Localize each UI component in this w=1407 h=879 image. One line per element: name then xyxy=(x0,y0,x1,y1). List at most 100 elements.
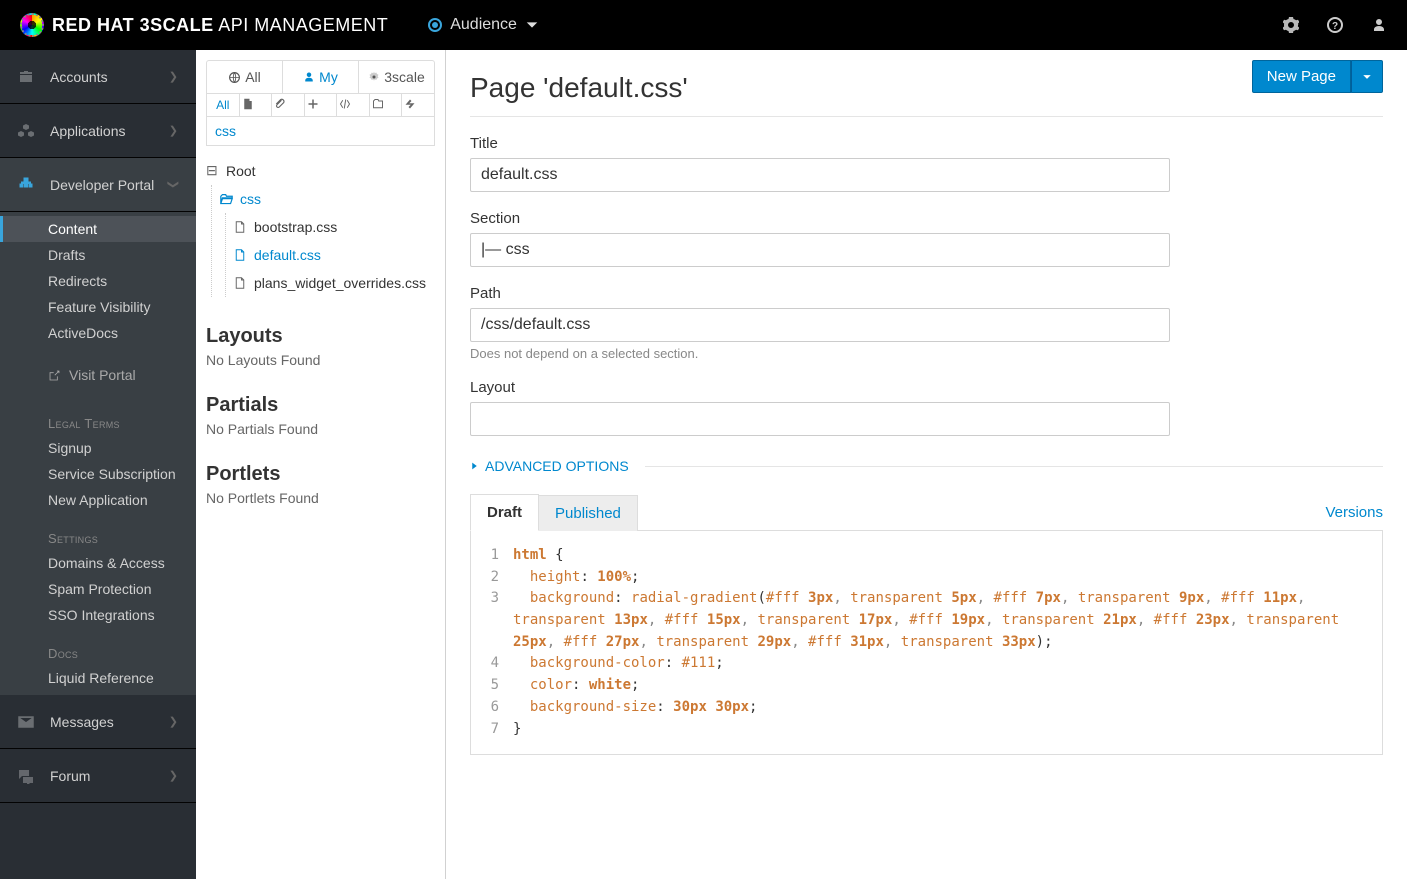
context-selector[interactable]: Audience xyxy=(428,16,539,34)
context-label: Audience xyxy=(450,16,517,34)
nav-item-forum[interactable]: Forum ❯ xyxy=(0,749,196,803)
topbar: RED HAT 3SCALE API MANAGEMENT Audience ? xyxy=(0,0,1407,50)
filter-partials-icon[interactable] xyxy=(305,94,338,116)
nav-item-applications[interactable]: Applications ❯ xyxy=(0,104,196,158)
comments-icon xyxy=(18,768,36,784)
main-content: Page 'default.css' New Page Title Sectio… xyxy=(446,50,1407,879)
portlets-empty: No Portlets Found xyxy=(206,490,435,510)
subnav-redirects[interactable]: Redirects xyxy=(0,268,196,294)
brand-logo-icon xyxy=(20,13,44,37)
chevron-right-icon: ❯ xyxy=(169,769,178,782)
section-label: Section xyxy=(470,210,1383,227)
subnav-activedocs[interactable]: ActiveDocs xyxy=(0,320,196,346)
layout-label: Layout xyxy=(470,379,1383,396)
subnav-spam-protection[interactable]: Spam Protection xyxy=(0,576,196,602)
subnav-drafts[interactable]: Drafts xyxy=(0,242,196,268)
tab-draft[interactable]: Draft xyxy=(470,494,539,531)
title-input[interactable] xyxy=(470,158,1170,192)
cubes-icon xyxy=(18,123,36,139)
svg-text:?: ? xyxy=(1332,21,1338,32)
layouts-empty: No Layouts Found xyxy=(206,352,435,372)
chevron-right-icon: ❯ xyxy=(169,70,178,83)
portlets-heading: Portlets xyxy=(206,463,435,486)
filter-portlets-icon[interactable] xyxy=(402,94,434,116)
nav-item-accounts[interactable]: Accounts ❯ xyxy=(0,50,196,104)
user-icon[interactable] xyxy=(1371,17,1387,33)
path-label: Path xyxy=(470,285,1383,302)
filter-sections-icon[interactable] xyxy=(370,94,403,116)
tree-file-plans[interactable]: plans_widget_overrides.css xyxy=(234,269,435,297)
vertical-nav: Accounts ❯ Applications ❯ Developer Port… xyxy=(0,50,196,879)
nav-label: Forum xyxy=(50,768,90,784)
partials-empty: No Partials Found xyxy=(206,421,435,441)
nav-label: Applications xyxy=(50,123,126,139)
external-link-icon xyxy=(48,369,61,382)
page-title: Page 'default.css' xyxy=(470,72,688,104)
section-select[interactable] xyxy=(470,233,1170,267)
content-tree-panel: All My 3scale All ⊟ Roo xyxy=(196,50,446,879)
subnav-new-application[interactable]: New Application xyxy=(0,487,196,513)
subnav-service-subscription[interactable]: Service Subscription xyxy=(0,461,196,487)
subnav-developer-portal: Content Drafts Redirects Feature Visibil… xyxy=(0,212,196,695)
tab-3scale[interactable]: 3scale xyxy=(359,61,434,93)
caret-right-icon xyxy=(470,460,479,472)
chevron-right-icon: ❯ xyxy=(169,124,178,137)
content-tree: ⊟ Root css bootstrap.css default.css xyxy=(206,156,435,297)
subnav-signup[interactable]: Signup xyxy=(0,435,196,461)
tree-search-input[interactable] xyxy=(207,117,434,145)
chevron-down-icon: ❯ xyxy=(167,180,180,189)
tree-file-default[interactable]: default.css xyxy=(234,241,435,269)
layout-select[interactable] xyxy=(470,402,1170,436)
tab-my[interactable]: My xyxy=(283,61,359,93)
code-editor[interactable]: 1html {2 height: 100%;3 background: radi… xyxy=(470,531,1383,755)
path-input[interactable] xyxy=(470,308,1170,342)
subnav-heading-settings: Settings xyxy=(0,513,196,550)
filter-pages-icon[interactable] xyxy=(240,94,273,116)
file-icon xyxy=(234,249,248,261)
folder-open-icon xyxy=(220,193,234,206)
subnav-content[interactable]: Content xyxy=(0,216,196,242)
tab-published[interactable]: Published xyxy=(539,495,638,531)
briefcase-icon xyxy=(18,69,36,85)
nav-label: Messages xyxy=(50,714,114,730)
tree-folder-css[interactable]: css xyxy=(220,185,435,213)
filter-layouts-icon[interactable] xyxy=(337,94,370,116)
tree-root[interactable]: ⊟ Root xyxy=(206,156,435,185)
globe-icon xyxy=(228,71,241,84)
nav-item-developer-portal[interactable]: Developer Portal ❯ xyxy=(0,158,196,212)
gear-icon xyxy=(368,71,380,83)
nav-label: Developer Portal xyxy=(50,177,154,193)
tree-search xyxy=(206,117,435,146)
subnav-heading-docs: Docs xyxy=(0,628,196,665)
title-label: Title xyxy=(470,135,1383,152)
user-icon xyxy=(303,71,315,83)
filter-all[interactable]: All xyxy=(207,94,240,116)
settings-icon[interactable] xyxy=(1283,17,1299,33)
collapse-icon: ⊟ xyxy=(206,162,220,179)
filter-attachments-icon[interactable] xyxy=(272,94,305,116)
tree-file-bootstrap[interactable]: bootstrap.css xyxy=(234,213,435,241)
subnav-heading-legal: Legal Terms xyxy=(0,398,196,435)
path-hint: Does not depend on a selected section. xyxy=(470,346,1383,361)
advanced-options-toggle[interactable]: ADVANCED OPTIONS xyxy=(470,458,1383,474)
help-icon[interactable]: ? xyxy=(1327,17,1343,33)
partials-heading: Partials xyxy=(206,394,435,417)
file-icon xyxy=(234,277,248,289)
tab-all[interactable]: All xyxy=(207,61,283,93)
subnav-sso-integrations[interactable]: SSO Integrations xyxy=(0,602,196,628)
subnav-domains-access[interactable]: Domains & Access xyxy=(0,550,196,576)
envelope-icon xyxy=(18,714,36,730)
new-page-dropdown[interactable] xyxy=(1351,60,1383,93)
brand-text: RED HAT 3SCALE API MANAGEMENT xyxy=(52,15,388,36)
nav-item-messages[interactable]: Messages ❯ xyxy=(0,695,196,749)
subnav-liquid-reference[interactable]: Liquid Reference xyxy=(0,665,196,691)
nav-label: Accounts xyxy=(50,69,108,85)
versions-link[interactable]: Versions xyxy=(1325,495,1383,530)
layouts-heading: Layouts xyxy=(206,325,435,348)
new-page-button[interactable]: New Page xyxy=(1252,60,1351,93)
chevron-down-icon xyxy=(525,18,539,32)
file-icon xyxy=(234,221,248,233)
sitemap-icon xyxy=(18,177,36,193)
subnav-visit-portal[interactable]: Visit Portal xyxy=(0,362,196,388)
subnav-feature-visibility[interactable]: Feature Visibility xyxy=(0,294,196,320)
